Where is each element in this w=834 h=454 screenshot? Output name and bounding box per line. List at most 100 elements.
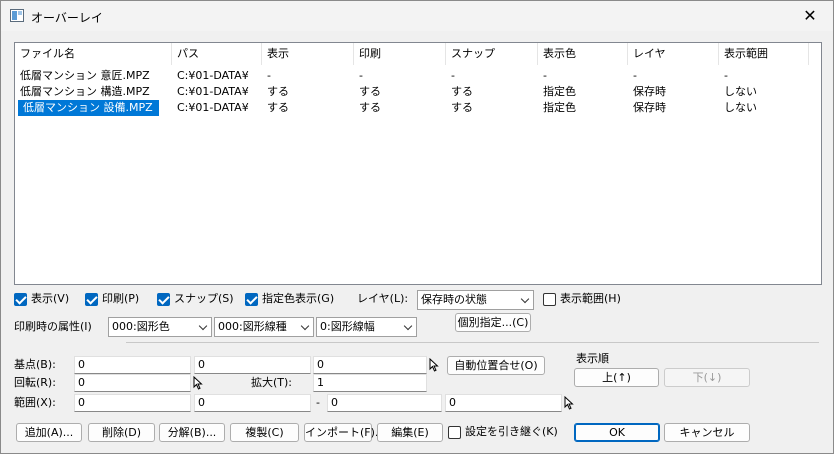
scale-input[interactable]: 1 <box>313 374 427 392</box>
range-y1-input[interactable]: 0 <box>194 394 311 412</box>
base-x-input[interactable]: 0 <box>74 356 191 374</box>
pick-range-icon[interactable] <box>564 396 574 410</box>
pick-angle-icon[interactable] <box>193 376 203 390</box>
auto-position-button[interactable]: 自動位置合せ(O) <box>447 356 545 375</box>
column-header-print[interactable]: 印刷 <box>354 43 446 65</box>
base-z-input[interactable]: 0 <box>313 356 427 374</box>
move-down-button[interactable]: 下(↓) <box>664 368 750 387</box>
column-header-filename[interactable]: ファイル名 <box>15 43 172 65</box>
cell-print: する <box>359 101 381 114</box>
add-button[interactable]: 追加(A)... <box>16 423 82 442</box>
cell-filename: 低層マンション 構造.MPZ <box>20 85 150 98</box>
ok-button[interactable]: OK <box>574 423 660 442</box>
range-label: 範囲(X): <box>14 396 56 409</box>
column-header-snap[interactable]: スナップ <box>446 43 538 65</box>
decompose-button[interactable]: 分解(B)... <box>159 423 225 442</box>
column-header-show[interactable]: 表示 <box>262 43 354 65</box>
inherit-settings-checkbox[interactable]: 設定を引き継ぐ(K) <box>448 424 558 440</box>
move-up-button[interactable]: 上(↑) <box>574 368 659 387</box>
chevron-down-icon <box>300 321 310 331</box>
snap-checkbox-label: スナップ(S) <box>174 292 234 305</box>
column-header-path[interactable]: パス <box>172 43 262 65</box>
table-row-selected[interactable]: 低層マンション 設備.MPZ C:¥01-DATA¥ する する する 指定色 … <box>15 100 821 116</box>
show-checkbox[interactable]: 表示(V) <box>14 291 69 307</box>
cell-show: する <box>267 85 289 98</box>
cell-snap: する <box>451 85 473 98</box>
shape-color-select[interactable]: 000:図形色 <box>108 317 212 337</box>
checkbox-checked-icon <box>245 293 258 306</box>
cell-layer: - <box>633 69 637 82</box>
overlay-app-icon <box>10 9 24 22</box>
scale-label: 拡大(T): <box>251 376 293 389</box>
column-header-layer[interactable]: レイヤ <box>628 43 719 65</box>
shape-color-value: 000:図形色 <box>112 320 170 333</box>
cell-layer: 保存時 <box>633 85 666 98</box>
color-display-checkbox[interactable]: 指定色表示(G) <box>245 291 334 307</box>
print-checkbox[interactable]: 印刷(P) <box>85 291 139 307</box>
rotate-input[interactable]: 0 <box>74 374 191 392</box>
line-type-value: 000:図形線種 <box>218 320 287 333</box>
close-button[interactable]: ✕ <box>787 1 833 31</box>
layer-select[interactable]: 保存時の状態 <box>417 290 534 310</box>
list-header: ファイル名 パス 表示 印刷 スナップ 表示色 レイヤ 表示範囲 <box>15 43 821 65</box>
cell-filename: 低層マンション 意匠.MPZ <box>20 69 150 82</box>
import-button[interactable]: インポート(F)... <box>304 423 385 442</box>
cell-range: - <box>724 69 728 82</box>
range-dash: - <box>316 396 320 409</box>
print-checkbox-label: 印刷(P) <box>102 292 140 305</box>
line-width-value: 0:図形線幅 <box>320 320 375 333</box>
title-bar: オーバーレイ ✕ <box>1 1 833 31</box>
snap-checkbox[interactable]: スナップ(S) <box>157 291 234 307</box>
cell-print: - <box>359 69 363 82</box>
cell-color: - <box>543 69 547 82</box>
chevron-down-icon <box>198 321 208 331</box>
duplicate-button[interactable]: 複製(C) <box>230 423 299 442</box>
cell-color: 指定色 <box>543 85 576 98</box>
individual-setting-button[interactable]: 個別指定...(C) <box>455 313 531 332</box>
line-type-select[interactable]: 000:図形線種 <box>214 317 314 337</box>
cell-show: - <box>267 69 271 82</box>
edit-button[interactable]: 編集(E) <box>377 423 443 442</box>
color-display-checkbox-label: 指定色表示(G) <box>262 292 335 305</box>
cell-snap: - <box>451 69 455 82</box>
line-width-select[interactable]: 0:図形線幅 <box>316 317 417 337</box>
checkbox-checked-icon <box>14 293 27 306</box>
cell-path: C:¥01-DATA¥ <box>177 101 249 114</box>
rotate-label: 回転(R): <box>14 376 56 389</box>
cell-path: C:¥01-DATA¥ <box>177 69 249 82</box>
cancel-button[interactable]: キャンセル <box>664 423 750 442</box>
table-row[interactable]: 低層マンション 構造.MPZ C:¥01-DATA¥ する する する 指定色 … <box>15 84 821 100</box>
chevron-down-icon <box>520 294 530 304</box>
delete-button[interactable]: 削除(D) <box>88 423 155 442</box>
show-checkbox-label: 表示(V) <box>31 292 70 305</box>
range-x2-input[interactable]: 0 <box>327 394 442 412</box>
checkbox-checked-icon <box>85 293 98 306</box>
overlay-dialog: オーバーレイ ✕ ファイル名 パス 表示 印刷 スナップ 表示色 レイヤ 表示範… <box>0 0 834 454</box>
checkbox-unchecked-icon <box>448 426 461 439</box>
cell-snap: する <box>451 101 473 114</box>
range-x1-input[interactable]: 0 <box>74 394 191 412</box>
pick-point-icon[interactable] <box>429 358 439 372</box>
chevron-down-icon <box>403 321 413 331</box>
cell-layer: 保存時 <box>633 101 666 114</box>
base-y-input[interactable]: 0 <box>194 356 311 374</box>
column-header-color[interactable]: 表示色 <box>538 43 628 65</box>
column-header-range[interactable]: 表示範囲 <box>719 43 809 65</box>
checkbox-checked-icon <box>157 293 170 306</box>
table-row[interactable]: 低層マンション 意匠.MPZ C:¥01-DATA¥ - - - - - - <box>15 68 821 84</box>
layer-label: レイヤ(L): <box>357 292 409 305</box>
window-title: オーバーレイ <box>31 11 103 25</box>
range-checkbox-label: 表示範囲(H) <box>560 292 621 305</box>
cell-print: する <box>359 85 381 98</box>
layer-select-value: 保存時の状態 <box>421 293 487 306</box>
cell-show: する <box>267 101 289 114</box>
cell-range: しない <box>724 85 757 98</box>
cell-path: C:¥01-DATA¥ <box>177 85 249 98</box>
cell-range: しない <box>724 101 757 114</box>
base-point-label: 基点(B): <box>14 358 56 371</box>
range-y2-input[interactable]: 0 <box>445 394 562 412</box>
range-checkbox[interactable]: 表示範囲(H) <box>543 291 621 307</box>
overlay-file-list[interactable]: ファイル名 パス 表示 印刷 スナップ 表示色 レイヤ 表示範囲 低層マンション… <box>14 42 822 285</box>
display-order-label: 表示順 <box>576 352 609 365</box>
cell-filename: 低層マンション 設備.MPZ <box>18 100 159 116</box>
